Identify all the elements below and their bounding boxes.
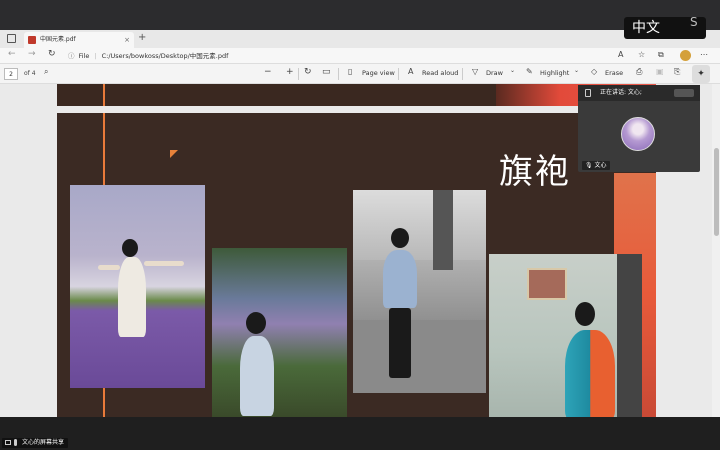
address-bar-row: ← → ↻ ⓘ File | C:/Users/bowkoss/Desktop/中国元… [0, 48, 720, 64]
photo-portrait [489, 254, 642, 417]
vertical-scrollbar[interactable] [712, 84, 720, 417]
back-arrow-icon[interactable]: ← [8, 49, 16, 59]
browser-tab-bar: 中国元素.pdf × + [0, 30, 720, 48]
meeting-bottom-bar: 文心的屏幕共享 [0, 417, 720, 450]
scrollbar-thumb[interactable] [714, 148, 719, 236]
photo-wisteria [212, 248, 347, 417]
save-as-icon[interactable]: ⎘ [674, 67, 680, 77]
highlight-button[interactable]: Highlight [540, 69, 569, 77]
slide-title: 旗袍 [499, 152, 571, 192]
browser-tab[interactable]: 中国元素.pdf × [24, 32, 134, 48]
screen-icon [5, 440, 11, 445]
speaker-icon [585, 89, 591, 97]
current-speaker-text: 正在讲话: 文心; [600, 89, 642, 96]
zoom-in-icon[interactable]: + [286, 67, 294, 77]
pdf-file-icon [28, 36, 36, 44]
draw-icon[interactable]: ▽ [472, 67, 478, 76]
fit-page-icon[interactable]: ▭ [322, 67, 331, 77]
audio-level-icon [674, 89, 694, 97]
favorite-star-icon[interactable]: ☆ [638, 50, 645, 59]
meeting-panel-header: 正在讲话: 文心; [578, 85, 700, 101]
top-frame [0, 0, 720, 30]
decorative-triangle [170, 150, 178, 158]
participant-name: 文心 [594, 162, 607, 169]
url-scheme: File [78, 52, 90, 60]
pdf-toolbar: 2 of 4 ⌕ − + ↻ ▭ ▯ Page view A Read alou… [0, 64, 720, 84]
page-view-button[interactable]: Page view [362, 69, 395, 77]
participant-avatar [621, 117, 655, 151]
page-number-input[interactable]: 2 [4, 68, 18, 80]
rotate-icon[interactable]: ↻ [304, 67, 312, 77]
window-menu-icon[interactable] [7, 34, 16, 43]
address-input[interactable]: ⓘ File | C:/Users/bowkoss/Desktop/中国元素.pdf [68, 49, 628, 63]
wall-painting [527, 268, 567, 300]
close-tab-icon[interactable]: × [124, 32, 130, 48]
photo-lavender-field [70, 185, 205, 388]
more-menu-icon[interactable]: ⋯ [700, 50, 708, 59]
app-logo-icon: S [690, 15, 698, 29]
microphone-icon [14, 439, 17, 446]
screen-share-text: 文心的屏幕共享 [22, 439, 65, 446]
pdf-page-current: 旗袍 [57, 113, 656, 417]
screen-share-label: 文心的屏幕共享 [2, 438, 69, 448]
print-icon[interactable]: ⎙ [636, 67, 642, 77]
pdf-page-previous [57, 84, 656, 106]
collections-icon[interactable]: ⧉ [658, 50, 664, 60]
draw-dropdown-icon[interactable]: ⌄ [510, 67, 515, 74]
zoom-out-icon[interactable]: − [264, 67, 272, 77]
read-mode-icon[interactable]: A [618, 50, 623, 59]
new-tab-button[interactable]: + [138, 32, 146, 43]
search-icon[interactable]: ⌕ [44, 67, 48, 77]
read-aloud-icon[interactable]: A [408, 67, 413, 76]
photo-street [353, 190, 486, 393]
profile-avatar[interactable] [680, 50, 691, 61]
erase-button[interactable]: Erase [605, 69, 623, 77]
eraser-icon[interactable]: ◇ [591, 67, 597, 76]
url-path: C:/Users/bowkoss/Desktop/中国元素.pdf [101, 52, 229, 60]
pin-toolbar-icon[interactable]: ✦ [692, 65, 710, 83]
forward-arrow-icon[interactable]: → [28, 49, 36, 59]
save-icon[interactable]: ▣ [656, 67, 664, 76]
meeting-video-panel[interactable]: 正在讲话: 文心; 🎙 文心 [578, 85, 700, 172]
info-icon: ⓘ [68, 52, 75, 60]
mic-icon: 🎙 [585, 162, 593, 169]
highlight-icon[interactable]: ✎ [526, 67, 533, 76]
draw-button[interactable]: Draw [486, 69, 503, 77]
tab-title: 中国元素.pdf [40, 36, 76, 43]
page-total: of 4 [24, 70, 36, 77]
highlight-dropdown-icon[interactable]: ⌄ [574, 67, 579, 74]
participant-name-tag: 🎙 文心 [582, 161, 610, 170]
refresh-icon[interactable]: ↻ [48, 49, 56, 59]
page-view-icon[interactable]: ▯ [348, 67, 352, 76]
read-aloud-button[interactable]: Read aloud [422, 69, 458, 77]
